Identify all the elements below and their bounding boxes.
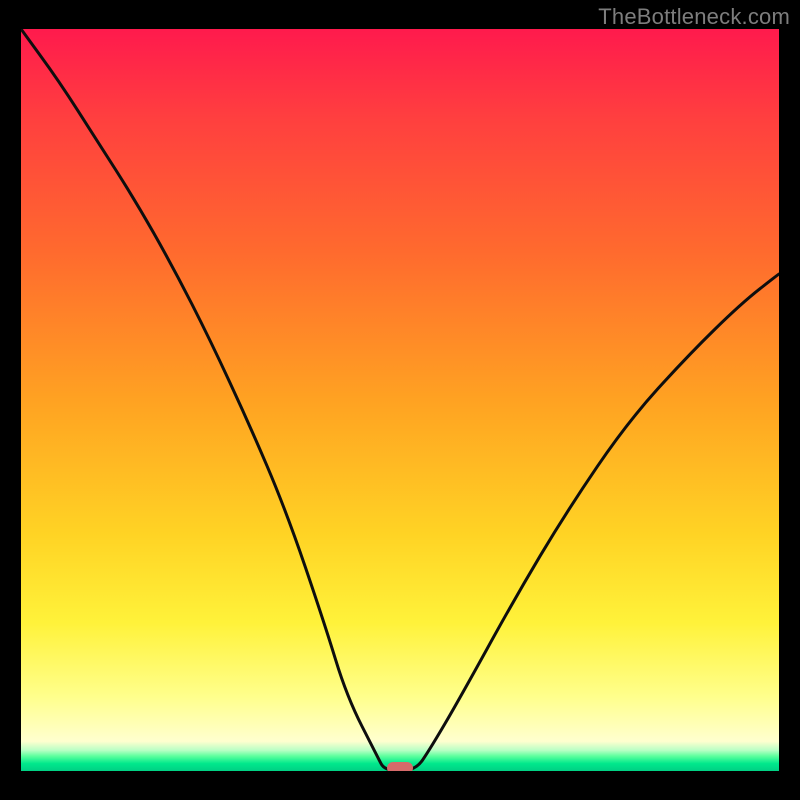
optimum-marker: [387, 762, 413, 771]
watermark-text: TheBottleneck.com: [598, 4, 790, 30]
plot-area: [21, 29, 779, 771]
chart-frame: TheBottleneck.com: [0, 0, 800, 800]
curve-svg: [21, 29, 779, 771]
bottleneck-curve: [21, 29, 779, 771]
